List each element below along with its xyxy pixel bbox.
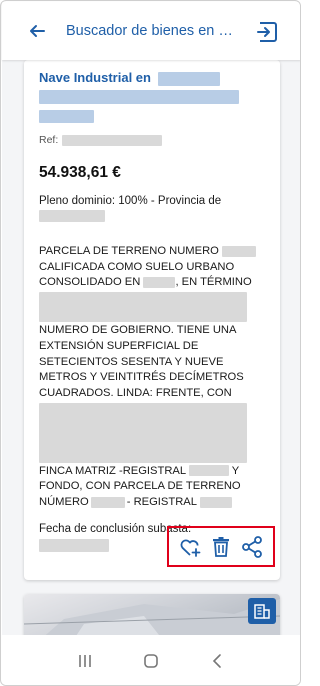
arrow-left-icon [30, 25, 45, 37]
redacted-ref [62, 134, 163, 146]
phone-frame: Buscador de bienes en s... Nave Industri… [0, 0, 301, 686]
exit-icon [257, 22, 277, 42]
property-title[interactable]: Nave Industrial en [39, 70, 267, 86]
price: 54.938,61 € [39, 164, 121, 181]
ownership-text: Pleno dominio: 100% - Provincia de [39, 195, 222, 207]
system-navbar [2, 635, 300, 685]
system-back-button[interactable] [208, 651, 228, 671]
desc-line: CONSOLIDADO EN [39, 276, 141, 289]
redacted-date [39, 538, 109, 552]
card-actions-highlight [167, 526, 275, 567]
trash-icon [212, 536, 229, 557]
desc-line: NÚMERO [39, 496, 89, 509]
redacted-text [39, 292, 247, 323]
heart-plus-icon [180, 539, 201, 557]
property-title-text: Nave Industrial en [39, 70, 151, 85]
ownership-info: Pleno dominio: 100% - Provincia de [39, 194, 267, 222]
home-icon [144, 653, 159, 668]
reference: Ref: [39, 134, 267, 146]
app-bar: Buscador de bienes en s... [2, 2, 300, 60]
desc-line: FONDO, CON PARCELA DE TERRENO [39, 480, 241, 493]
desc-line: - REGISTRAL [126, 496, 197, 509]
property-card-next[interactable] [24, 594, 280, 635]
page-title: Buscador de bienes en s... [66, 23, 236, 39]
desc-line: , EN TÉRMINO [175, 276, 252, 289]
map-badge[interactable] [248, 598, 276, 624]
desc-line: METROS Y VEINTITRÉS DECÍMETROS [39, 371, 244, 384]
redacted-number [90, 496, 125, 508]
redacted-number [199, 496, 232, 508]
back-button[interactable] [22, 16, 52, 46]
property-title-line2 [39, 88, 267, 124]
building-icon [254, 604, 270, 619]
desc-line: FINCA MATRIZ -REGISTRAL [39, 464, 186, 477]
property-photo [24, 594, 280, 635]
redacted-number [221, 245, 256, 257]
home-button[interactable] [141, 651, 161, 671]
redacted-title [39, 109, 94, 123]
share-button[interactable] [240, 535, 264, 559]
desc-line: SETECIENTOS SESENTA Y NUEVE [39, 355, 224, 368]
delete-button[interactable] [209, 535, 233, 559]
desc-line: EXTENSIÓN SUPERFICIAL DE [39, 339, 199, 352]
building-photo [24, 599, 280, 635]
ref-label: Ref: [39, 134, 59, 146]
redacted-province [39, 210, 105, 222]
redacted-location [157, 71, 220, 86]
recent-apps-button[interactable] [75, 651, 95, 671]
share-icon [241, 535, 262, 558]
desc-line: NUMERO DE GOBIERNO. TIENE UNA [39, 324, 237, 337]
results-list: Nave Industrial en Ref: 54.938,61 € Plen… [2, 60, 300, 635]
redacted-number [188, 465, 229, 477]
desc-line: PARCELA DE TERRENO NUMERO [39, 245, 219, 258]
property-card[interactable]: Nave Industrial en Ref: 54.938,61 € Plen… [24, 60, 280, 580]
redacted-text [39, 402, 247, 463]
desc-line: Y [231, 464, 240, 477]
recent-apps-icon [79, 654, 91, 667]
favorite-button[interactable] [178, 535, 202, 559]
redacted-title [39, 89, 239, 104]
exit-button[interactable] [255, 20, 279, 44]
chevron-left-icon [212, 653, 221, 668]
redacted-town [143, 276, 176, 288]
desc-line: CALIFICADA COMO SUELO URBANO [39, 260, 235, 273]
property-description: PARCELA DE TERRENO NUMERO CALIFICADA COM… [39, 244, 267, 511]
desc-line: CUADRADOS. LINDA: FRENTE, CON [39, 386, 232, 399]
